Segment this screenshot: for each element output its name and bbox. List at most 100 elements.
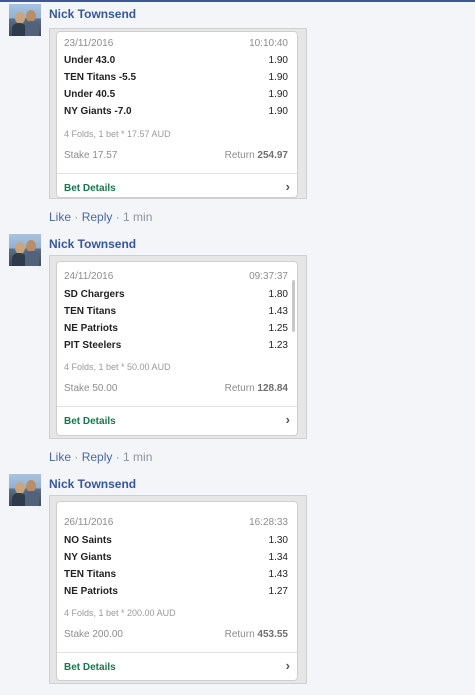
divider: [57, 406, 297, 407]
bet-leg: NY Giants -7.0 1.90: [64, 105, 288, 119]
bet-details-link[interactable]: Bet Details ›: [64, 658, 297, 675]
stake-value: Stake 17.57: [64, 150, 118, 161]
leg-team: Under 40.5: [64, 89, 116, 100]
bet-leg: TEN Titans 1.43: [64, 568, 288, 582]
scrollbar[interactable]: [292, 280, 295, 332]
divider: [57, 652, 297, 653]
avatar[interactable]: [9, 474, 41, 506]
leg-odds: 1.90: [268, 89, 288, 100]
bet-leg: TEN Titans -5.5 1.90: [64, 71, 288, 85]
leg-odds: 1.30: [268, 535, 288, 546]
bet-header: 23/11/2016 10:10:40: [64, 37, 288, 51]
bet-leg: TEN Titans 1.43: [64, 305, 288, 319]
leg-odds: 1.43: [268, 569, 288, 580]
leg-odds: 1.34: [268, 552, 288, 563]
bet-attachment: 24/11/2016 09:37:37 SD Chargers 1.80 TEN…: [49, 255, 307, 439]
leg-team: NE Patriots: [64, 323, 118, 334]
chevron-right-icon: ›: [285, 658, 290, 673]
leg-odds: 1.90: [268, 106, 288, 117]
bet-summary: 4 Folds, 1 bet * 50.00 AUD: [64, 360, 288, 374]
bet-leg: Under 43.0 1.90: [64, 54, 288, 68]
bet-details-link[interactable]: Bet Details ›: [64, 179, 297, 196]
comment-post: Nick Townsend 23/11/2016 10:10:40 Under …: [0, 4, 475, 229]
avatar[interactable]: [9, 234, 41, 266]
bet-leg: NE Patriots 1.25: [64, 322, 288, 336]
bet-date: 26/11/2016: [64, 517, 114, 528]
leg-team: TEN Titans: [64, 569, 117, 580]
leg-team: NY Giants: [64, 552, 112, 563]
bet-leg: NO Saints 1.30: [64, 534, 288, 548]
folds-summary: 4 Folds, 1 bet * 50.00 AUD: [64, 362, 171, 372]
bet-leg: NE Patriots 1.27: [64, 585, 288, 599]
leg-odds: 1.43: [268, 306, 288, 317]
bet-leg: SD Chargers 1.80: [64, 288, 288, 302]
leg-odds: 1.27: [268, 586, 288, 597]
folds-summary: 4 Folds, 1 bet * 200.00 AUD: [64, 608, 176, 618]
leg-team: NY Giants -7.0: [64, 106, 132, 117]
bet-time: 16:28:33: [249, 517, 288, 528]
bet-details-label: Bet Details: [64, 183, 116, 194]
leg-odds: 1.90: [268, 72, 288, 83]
comment-post: Nick Townsend 24/11/2016 09:37:37 SD Cha…: [0, 234, 475, 470]
bet-header: 24/11/2016 09:37:37: [64, 270, 288, 284]
reply-link[interactable]: Reply: [82, 450, 113, 464]
return-value: Return 128.84: [224, 383, 288, 394]
stake-value: Stake 200.00: [64, 629, 123, 640]
leg-odds: 1.23: [268, 340, 288, 351]
author-name[interactable]: Nick Townsend: [49, 237, 136, 251]
chevron-right-icon: ›: [285, 179, 290, 194]
leg-odds: 1.90: [268, 55, 288, 66]
like-link[interactable]: Like: [49, 210, 71, 224]
chevron-right-icon: ›: [285, 412, 290, 427]
bet-leg: Under 40.5 1.90: [64, 88, 288, 102]
author-name[interactable]: Nick Townsend: [49, 477, 136, 491]
return-value: Return 453.55: [224, 629, 288, 640]
leg-odds: 1.80: [268, 289, 288, 300]
separator: ·: [71, 450, 82, 464]
leg-team: NE Patriots: [64, 586, 118, 597]
bet-time: 09:37:37: [249, 271, 288, 282]
bet-slip-card: 24/11/2016 09:37:37 SD Chargers 1.80 TEN…: [56, 261, 298, 436]
leg-team: Under 43.0: [64, 55, 116, 66]
stake-return-row: Stake 200.00 Return 453.55: [64, 628, 288, 642]
bet-leg: PIT Steelers 1.23: [64, 339, 288, 353]
bet-details-label: Bet Details: [64, 416, 116, 427]
separator: ·: [112, 450, 124, 464]
folds-summary: 4 Folds, 1 bet * 17.57 AUD: [64, 129, 171, 139]
bet-date: 24/11/2016: [64, 271, 114, 282]
bet-summary: 4 Folds, 1 bet * 17.57 AUD: [64, 127, 288, 141]
bet-attachment: 26/11/2016 16:28:33 NO Saints 1.30 NY Gi…: [49, 495, 307, 684]
leg-team: TEN Titans: [64, 306, 117, 317]
bet-details-link[interactable]: Bet Details ›: [64, 412, 297, 429]
leg-odds: 1.25: [268, 323, 288, 334]
leg-team: TEN Titans -5.5: [64, 72, 137, 83]
return-value: Return 254.97: [224, 150, 288, 161]
leg-team: NO Saints: [64, 535, 112, 546]
bet-header: 26/11/2016 16:28:33: [64, 516, 288, 530]
avatar[interactable]: [9, 4, 41, 36]
stake-return-row: Stake 17.57 Return 254.97: [64, 149, 288, 163]
like-link[interactable]: Like: [49, 450, 71, 464]
author-name[interactable]: Nick Townsend: [49, 7, 136, 21]
bet-attachment: 23/11/2016 10:10:40 Under 43.0 1.90 TEN …: [49, 28, 307, 199]
timestamp[interactable]: 1 min: [123, 210, 152, 224]
separator: ·: [112, 210, 124, 224]
comment-actions: Like · Reply · 1 min: [49, 450, 152, 464]
bet-date: 23/11/2016: [64, 38, 114, 49]
bet-slip-card: 26/11/2016 16:28:33 NO Saints 1.30 NY Gi…: [56, 501, 298, 681]
separator: ·: [71, 210, 82, 224]
divider: [57, 173, 297, 174]
timestamp[interactable]: 1 min: [123, 450, 152, 464]
top-border: [0, 0, 475, 2]
bet-slip-card: 23/11/2016 10:10:40 Under 43.0 1.90 TEN …: [56, 31, 298, 198]
leg-team: PIT Steelers: [64, 340, 122, 351]
reply-link[interactable]: Reply: [82, 210, 113, 224]
comment-post: Nick Townsend 26/11/2016 16:28:33 NO Sai…: [0, 474, 475, 689]
bet-summary: 4 Folds, 1 bet * 200.00 AUD: [64, 606, 288, 620]
bet-leg: NY Giants 1.34: [64, 551, 288, 565]
comment-actions: Like · Reply · 1 min: [49, 210, 152, 224]
bet-time: 10:10:40: [249, 38, 288, 49]
stake-return-row: Stake 50.00 Return 128.84: [64, 382, 288, 396]
leg-team: SD Chargers: [64, 289, 125, 300]
bet-details-label: Bet Details: [64, 662, 116, 673]
